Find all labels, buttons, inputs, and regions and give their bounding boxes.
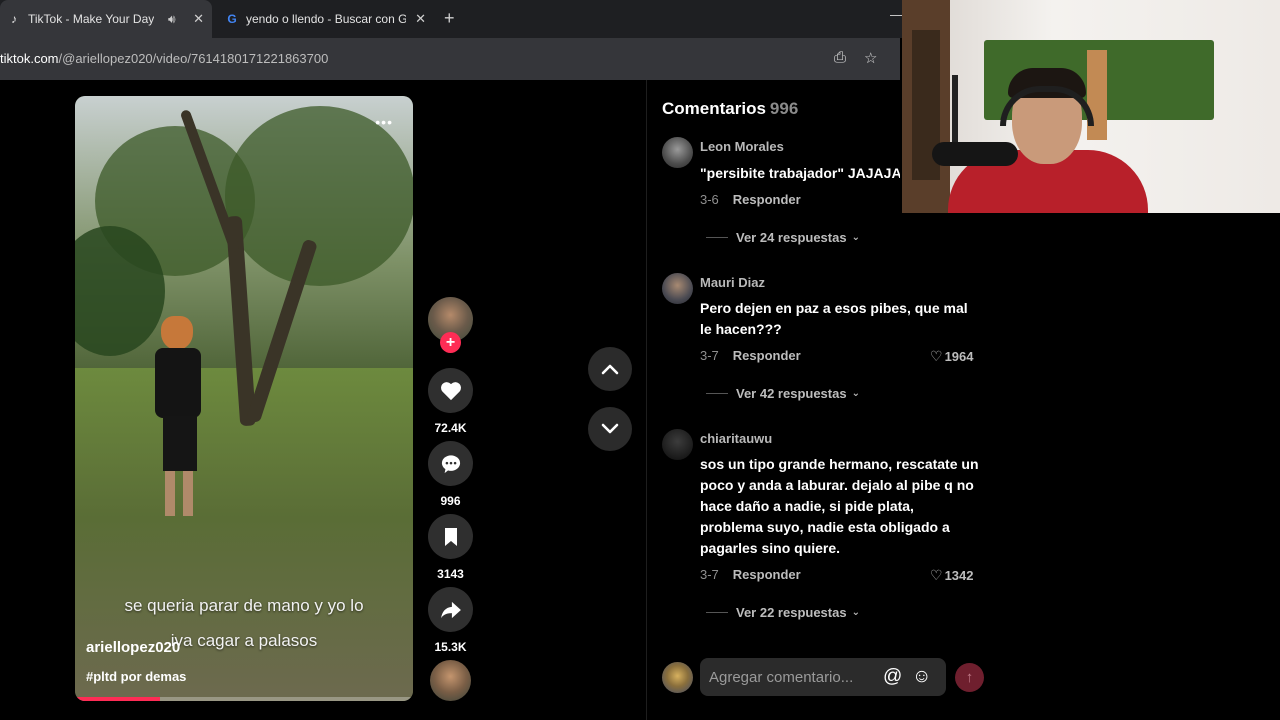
comment-like-count: 1342 xyxy=(944,568,974,583)
next-video-button[interactable] xyxy=(588,407,632,451)
video-progress-fill xyxy=(75,697,160,701)
emoji-icon[interactable]: ☺ xyxy=(912,666,931,688)
url-text[interactable]: tiktok.com/@ariellopez020/video/76141801… xyxy=(0,51,328,66)
google-icon: G xyxy=(227,12,237,26)
comment-meta: 3-7 Responder xyxy=(700,348,801,363)
new-tab-button[interactable]: + xyxy=(444,8,455,29)
view-replies-button[interactable]: Ver 24 respuestas ⌄ xyxy=(706,230,860,245)
view-replies-button[interactable]: Ver 22 respuestas ⌄ xyxy=(706,605,860,620)
address-bar[interactable]: tiktok.com/@ariellopez020/video/76141801… xyxy=(0,38,900,80)
reply-button[interactable]: Responder xyxy=(733,348,801,363)
person-figure xyxy=(155,316,201,546)
url-path: /@ariellopez020/video/761418017122186370… xyxy=(58,51,329,66)
comment-date: 3-6 xyxy=(700,192,719,207)
heart-icon[interactable] xyxy=(428,368,473,413)
more-options-icon[interactable]: ••• xyxy=(375,114,393,130)
close-tab-icon[interactable]: ✕ xyxy=(415,11,426,27)
arrow-up-icon: ↑ xyxy=(965,669,974,686)
save-action[interactable]: 3143 xyxy=(428,514,473,581)
comment-text: "persibite trabajador" JAJAJA xyxy=(700,165,900,181)
comment-username[interactable]: chiaritauwu xyxy=(700,431,772,446)
tab-title: TikTok - Make Your Day xyxy=(28,12,155,26)
comment-text: Pero dejen en paz a esos pibes, que mal … xyxy=(700,300,968,337)
comment-avatar[interactable] xyxy=(662,137,693,168)
follow-plus-icon[interactable]: + xyxy=(440,332,461,353)
comment-input[interactable] xyxy=(700,658,946,696)
save-count: 3143 xyxy=(437,567,464,581)
comments-title: Comentarios xyxy=(662,99,766,118)
comments-header: Comentarios 996 xyxy=(662,99,798,119)
comment-icon[interactable] xyxy=(428,441,473,486)
tab-title: yendo o llendo - Buscar con Go xyxy=(246,12,406,26)
like-action[interactable]: 72.4K xyxy=(428,368,473,435)
mention-icon[interactable]: @ xyxy=(883,666,902,688)
share-count: 15.3K xyxy=(434,640,467,654)
current-user-avatar xyxy=(662,662,693,693)
video-hashtag[interactable]: #pltd por demas xyxy=(86,669,186,684)
video-caption-line1: se queria parar de mano y yo lo xyxy=(124,596,364,615)
url-host: tiktok.com xyxy=(0,51,59,66)
bookmark-icon[interactable] xyxy=(428,514,473,559)
view-replies-label: Ver 24 respuestas xyxy=(736,230,847,245)
comment-like-count: 1964 xyxy=(944,349,974,364)
close-tab-icon[interactable]: ✕ xyxy=(193,11,204,27)
heart-outline-icon[interactable]: ♡ xyxy=(930,348,943,365)
reply-button[interactable]: Responder xyxy=(733,192,801,207)
comment-text: sos un tipo grande hermano, rescatate un… xyxy=(700,456,979,556)
comment-date: 3-7 xyxy=(700,348,719,363)
comment-avatar[interactable] xyxy=(662,429,693,460)
tab-tiktok[interactable]: ♪ TikTok - Make Your Day 🔊︎ ✕ xyxy=(0,0,212,38)
video-progress-bar[interactable] xyxy=(75,697,413,701)
install-app-icon[interactable]: ⎙ xyxy=(834,49,846,66)
previous-video-button[interactable] xyxy=(588,347,632,391)
share-icon[interactable] xyxy=(428,587,473,632)
view-replies-label: Ver 22 respuestas xyxy=(736,605,847,620)
chevron-down-icon xyxy=(601,423,619,434)
like-count: 72.4K xyxy=(434,421,467,435)
chevron-down-icon: ⌄ xyxy=(851,607,860,618)
comment-avatar[interactable] xyxy=(662,273,693,304)
share-action[interactable]: 15.3K xyxy=(428,587,473,654)
comment-username[interactable]: Leon Morales xyxy=(700,139,784,154)
comment-count: 996 xyxy=(440,494,461,508)
send-comment-button[interactable]: ↑ xyxy=(955,663,984,692)
view-replies-label: Ver 42 respuestas xyxy=(736,386,847,401)
view-replies-button[interactable]: Ver 42 respuestas ⌄ xyxy=(706,386,860,401)
tiktok-icon: ♪ xyxy=(11,12,17,26)
sound-avatar[interactable] xyxy=(430,660,471,701)
comments-count: 996 xyxy=(769,99,799,118)
heart-outline-icon[interactable]: ♡ xyxy=(930,567,943,584)
microphone-icon xyxy=(932,142,1018,166)
webcam-overlay xyxy=(902,0,1280,213)
comment-date: 3-7 xyxy=(700,567,719,582)
comment-like[interactable]: ♡ 1964 xyxy=(930,348,973,365)
comment-like[interactable]: ♡ 1342 xyxy=(930,567,973,584)
chevron-down-icon: ⌄ xyxy=(851,232,860,243)
chevron-up-icon xyxy=(601,364,619,375)
chevron-down-icon: ⌄ xyxy=(851,388,860,399)
video-player[interactable]: ••• se queria parar de mano y yo lo iva … xyxy=(75,96,413,701)
panel-divider xyxy=(646,80,647,720)
comment-meta: 3-6 Responder xyxy=(700,192,801,207)
reply-button[interactable]: Responder xyxy=(733,567,801,582)
comment-username[interactable]: Mauri Diaz xyxy=(700,275,765,290)
bookmark-star-icon[interactable]: ☆ xyxy=(864,49,877,67)
tab-google[interactable]: G yendo o llendo - Buscar con Go ✕ xyxy=(218,0,434,38)
comment-meta: 3-7 Responder xyxy=(700,567,801,582)
video-username[interactable]: ariellopez020 xyxy=(86,639,180,656)
comment-action[interactable]: 996 xyxy=(428,441,473,508)
speaker-icon[interactable]: 🔊︎ xyxy=(168,12,176,27)
